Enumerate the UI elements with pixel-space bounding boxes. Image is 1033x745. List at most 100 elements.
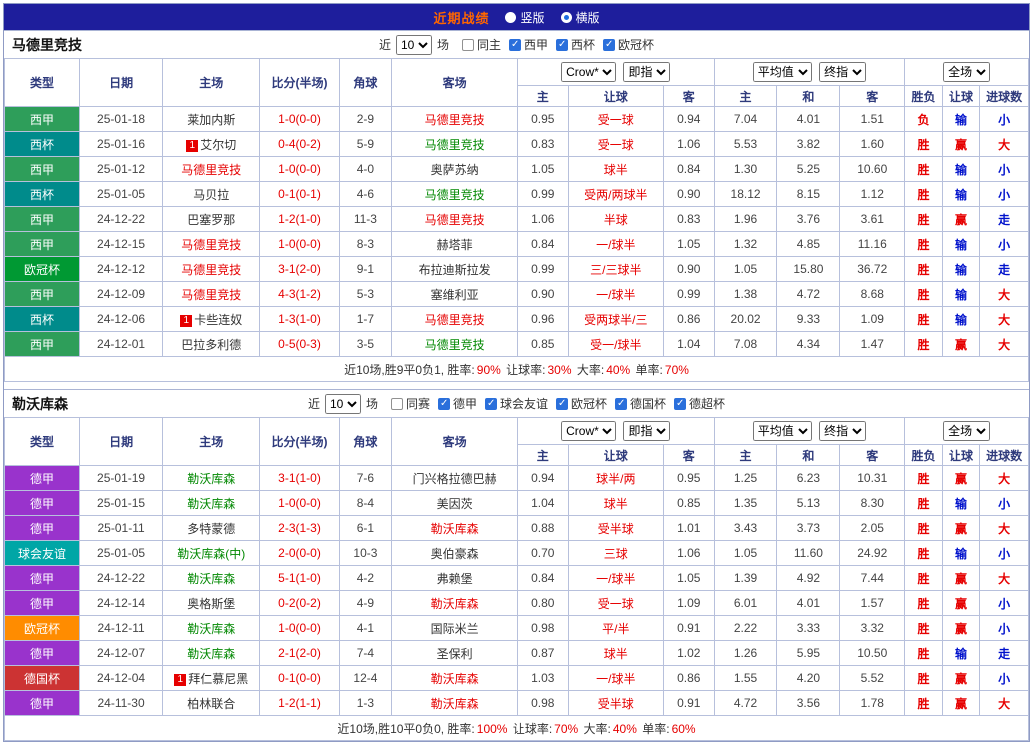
filter-option[interactable]: 同赛: [390, 395, 430, 412]
result-goals: 大: [979, 690, 1029, 716]
filter-option[interactable]: 同主: [461, 36, 501, 53]
handicap-odds-home: 0.98: [516, 615, 569, 641]
league-badge: 德甲: [3, 515, 81, 541]
rank-badge: 1: [186, 139, 199, 152]
odds-phase-select[interactable]: 即指: [623, 421, 671, 441]
final-odds-select[interactable]: 终指: [819, 62, 867, 82]
match-row: 德甲 24-12-14 奥格斯堡 0-2(0-2) 4-9 勒沃库森 0.80 受一球 1.09…: [3, 590, 1029, 616]
home-team-cell: 马德里竞技: [162, 256, 261, 282]
avg-odds-home: 4.72: [713, 690, 778, 716]
summary-text: 近10场,胜10平0负0, 胜率:: [337, 721, 475, 736]
away-team-cell: 圣保利: [391, 640, 518, 666]
col-home: 主场: [162, 417, 261, 466]
recent-count-select[interactable]: 10: [395, 34, 432, 55]
checkbox-checked-icon[interactable]: [603, 38, 616, 51]
team-band: 马德里竞技 近 10 场 同主 西甲 西杯 欧冠杯: [4, 31, 1029, 58]
avg-odds-draw: 3.82: [776, 131, 841, 157]
col-odds-away: 客: [662, 85, 715, 107]
match-row: 西杯 25-01-16 1 艾尔切 0-4(0-2) 5-9 马德里竞技 0.83 受一球 1.0…: [3, 131, 1029, 157]
filter-option[interactable]: 西杯: [556, 36, 595, 53]
result-goals: 大: [979, 465, 1029, 491]
away-team-cell: 勒沃库森: [391, 690, 518, 716]
avg-odds-away: 8.30: [839, 490, 906, 516]
scope-select[interactable]: 全场: [943, 62, 991, 82]
result-outcome: 胜: [904, 615, 943, 641]
avg-odds-draw: 5.25: [776, 156, 841, 182]
home-team-name: 巴拉多利德: [181, 337, 242, 352]
away-team-name: 塞维利亚: [430, 287, 479, 302]
league-filter-checkboxes: 同赛 德甲 球会友谊 欧冠杯 德国杯 德超杯: [383, 395, 725, 412]
matches-table: 类型 日期 主场 比分(半场) 角球 客场 Crow* 即指 平均值 终指 全场…: [3, 58, 1029, 382]
league-badge: 欧冠杯: [3, 256, 81, 282]
filter-option[interactable]: 欧冠杯: [556, 395, 607, 412]
odds-phase-select[interactable]: 即指: [623, 62, 671, 82]
radio-horizontal-icon[interactable]: [560, 11, 572, 23]
checkbox-checked-icon[interactable]: [556, 38, 569, 51]
avg-odds-away: 8.68: [839, 281, 906, 307]
col-handicap-result: 让球: [941, 85, 981, 107]
checkbox-checked-icon[interactable]: [437, 397, 450, 410]
filter-option[interactable]: 欧冠杯: [603, 36, 654, 53]
filter-option[interactable]: 德甲: [437, 395, 477, 412]
europe-odds-group: 平均值 终指: [713, 58, 906, 86]
home-team-cell: 1 拜仁慕尼黑: [162, 665, 261, 691]
final-odds-select[interactable]: 终指: [819, 421, 867, 441]
checkbox-checked-icon[interactable]: [615, 397, 628, 410]
avg-odds-away: 11.16: [839, 231, 906, 257]
checkbox-checked-icon[interactable]: [674, 397, 687, 410]
filter-option[interactable]: 德超杯: [674, 395, 725, 412]
filter-option[interactable]: 球会友谊: [485, 395, 548, 412]
handicap-odds-home: 1.03: [516, 665, 569, 691]
match-row: 西甲 25-01-12 马德里竞技 1-0(0-0) 4-0 奥萨苏纳 1.05 球半 0.84…: [3, 156, 1029, 182]
score-halftime: 1-0(0-0): [259, 615, 340, 641]
match-row: 欧冠杯 24-12-11 勒沃库森 1-0(0-0) 4-1 国际米兰 0.98 平/半 0.9…: [3, 615, 1029, 641]
match-row: 西杯 25-01-05 马贝拉 0-1(0-1) 4-6 马德里竞技 0.99 受两/两球半 0…: [3, 181, 1029, 207]
home-team-name: 勒沃库森: [187, 646, 236, 661]
avg-odds-away: 10.60: [839, 156, 906, 182]
league-filter-checkboxes: 同主 西甲 西杯 欧冠杯: [454, 36, 654, 53]
handicap-odds-away: 0.91: [662, 690, 715, 716]
scope-select[interactable]: 全场: [943, 421, 991, 441]
avg-odds-home: 3.43: [713, 515, 778, 541]
handicap-line: 一/球半: [567, 281, 664, 307]
checkbox-unchecked-icon[interactable]: [390, 397, 403, 410]
checkbox-unchecked-icon[interactable]: [461, 38, 474, 51]
avg-odds-select[interactable]: 平均值: [752, 421, 812, 441]
avg-odds-away: 5.52: [839, 665, 906, 691]
checkbox-checked-icon[interactable]: [509, 38, 521, 51]
away-team-name: 弗赖堡: [436, 571, 473, 586]
radio-vertical-icon[interactable]: [505, 11, 517, 23]
layout-option-horizontal[interactable]: 横版: [560, 9, 600, 26]
score-halftime: 0-5(0-3): [259, 331, 340, 357]
filter-controls: 近 10 场 同赛 德甲 球会友谊 欧冠杯 德国杯 德超杯: [308, 393, 725, 414]
layout-option-vertical[interactable]: 竖版: [505, 9, 545, 26]
avg-odds-home: 6.01: [713, 590, 778, 616]
away-team-name: 赫塔菲: [436, 237, 473, 252]
match-date: 24-12-06: [79, 306, 164, 332]
avg-odds-home: 1.05: [713, 256, 778, 282]
checkbox-checked-icon[interactable]: [485, 397, 497, 410]
handicap-odds-home: 1.05: [516, 156, 569, 182]
col-avg-away: 客: [839, 444, 906, 466]
home-team-cell: 莱加内斯: [162, 106, 261, 132]
result-handicap: 赢: [941, 565, 981, 591]
recent-count-select[interactable]: 10: [324, 393, 361, 414]
checkbox-checked-icon[interactable]: [556, 397, 569, 410]
bookmaker-select[interactable]: Crow*: [561, 62, 617, 82]
avg-odds-draw: 3.76: [776, 206, 841, 232]
avg-odds-home: 1.25: [713, 465, 778, 491]
avg-odds-select[interactable]: 平均值: [752, 62, 812, 82]
handicap-odds-away: 0.90: [662, 181, 715, 207]
filter-option[interactable]: 西甲: [509, 36, 548, 53]
avg-odds-draw: 4.01: [776, 106, 841, 132]
avg-odds-home: 18.12: [713, 181, 778, 207]
filter-option-label: 欧冠杯: [618, 38, 655, 52]
bookmaker-select[interactable]: Crow*: [561, 421, 617, 441]
match-date: 24-12-04: [79, 665, 164, 691]
match-date: 25-01-18: [79, 106, 164, 132]
avg-odds-draw: 11.60: [776, 540, 841, 566]
result-handicap: 赢: [941, 465, 981, 491]
filter-option[interactable]: 德国杯: [615, 395, 666, 412]
handicap-odds-away: 0.91: [662, 615, 715, 641]
score-halftime: 0-2(0-2): [259, 590, 340, 616]
